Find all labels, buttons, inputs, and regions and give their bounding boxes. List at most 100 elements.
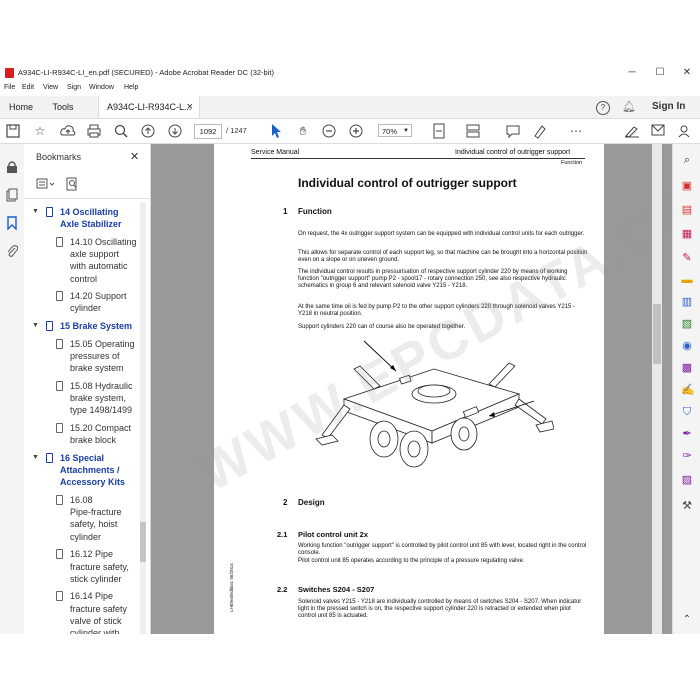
page-fit-icon[interactable] — [432, 123, 446, 139]
main-toolbar: ☆ 1092 / 1247 ✋︎ 70% ▼ ⋯ — [0, 119, 700, 144]
bookmark-label-line: 16.14 Pipe — [70, 591, 114, 602]
save-icon[interactable] — [6, 124, 20, 138]
bookmark-item[interactable]: 16.14 Pipe fracture safety valve of stick c… — [70, 590, 138, 634]
close-panel-icon[interactable]: ✕ — [130, 150, 139, 163]
tab-document[interactable]: A934C-LI-R934C-L... × — [98, 96, 200, 118]
bookmark-item[interactable]: 14.20 Support cylinder — [70, 290, 138, 314]
tab-home[interactable]: Home — [0, 96, 42, 118]
bookmark-chapter[interactable]: 14 Oscillating Axle Stabilizer — [60, 206, 138, 230]
chevron-down-icon[interactable]: ▼ — [32, 322, 39, 329]
document-scrollbar[interactable] — [652, 144, 662, 634]
protect-icon[interactable]: ◉ — [681, 340, 693, 352]
fill-sign-icon[interactable] — [624, 124, 640, 138]
shield-icon[interactable]: ⛉ — [681, 406, 693, 418]
bookmark-label-line: safety, hoist — [70, 519, 118, 530]
fill-sign-tool-icon[interactable]: ✍ — [681, 384, 695, 396]
pdf-page[interactable]: Service Manual Individual control of out… — [214, 144, 604, 634]
help-icon[interactable]: ? — [596, 101, 610, 115]
bookmarks-panel-icon[interactable] — [6, 216, 18, 230]
paragraph-5: Support cylinders 220 can of course also… — [298, 324, 466, 330]
menu-window[interactable]: Window — [89, 84, 114, 91]
zoom-level-select[interactable]: 70% ▼ — [378, 124, 412, 137]
sign-in-button[interactable]: Sign In — [652, 101, 685, 112]
next-page-icon[interactable] — [168, 124, 182, 138]
section-2-1-title: Pilot control unit 2x — [298, 530, 369, 539]
section-1-number: 1 — [283, 207, 288, 216]
header-rule — [251, 158, 585, 159]
menu-file[interactable]: File — [4, 84, 15, 91]
lock-icon[interactable] — [6, 160, 18, 174]
bookmark-chapter[interactable]: 15 Brake System — [60, 320, 138, 332]
rich-media-icon[interactable]: ▨ — [681, 474, 693, 486]
maximize-button[interactable]: ☐ — [650, 65, 670, 81]
search-icon[interactable]: ⌕ — [681, 154, 693, 166]
compress-pdf-icon[interactable]: ▩ — [681, 362, 693, 374]
bookmark-item[interactable]: 15.20 Compact brake block — [70, 422, 138, 446]
zoom-out-icon[interactable] — [322, 124, 336, 138]
combine-files-icon[interactable]: ▦ — [681, 228, 693, 240]
export-pdf-icon[interactable]: ▣ — [681, 180, 693, 192]
comment-icon[interactable] — [506, 124, 520, 138]
bookmark-label-line: 15.08 Hydraulic — [70, 380, 133, 391]
bookmark-chapter[interactable]: 16 Special Attachments / Accessory Kits — [60, 452, 138, 489]
highlight-pen-icon[interactable] — [532, 123, 546, 139]
section-2-2-title: Switches S204 - S207 — [298, 585, 375, 594]
bookmark-item[interactable]: 14.10 Oscillating axle support with automa… — [70, 236, 138, 285]
bookmark-label-line: Accessory Kits — [60, 477, 126, 488]
hand-tool-icon[interactable]: ✋︎ — [295, 123, 311, 139]
menu-view[interactable]: View — [43, 84, 58, 91]
bookmark-label-line: with automatic — [70, 261, 128, 272]
bookmark-label-line: cylinder — [70, 531, 102, 542]
account-search-icon[interactable] — [677, 123, 691, 139]
minimize-button[interactable]: ─ — [622, 65, 642, 81]
select-cursor-icon[interactable] — [270, 123, 282, 139]
scroll-mode-icon[interactable] — [466, 123, 480, 139]
comment-tool-icon[interactable]: ▬ — [681, 274, 693, 286]
bookmark-item[interactable]: 16.12 Pipe fracture safety, stick cylinder — [70, 548, 138, 585]
menu-sign[interactable]: Sign — [67, 84, 81, 91]
close-tab-icon[interactable]: × — [187, 96, 193, 118]
previous-page-icon[interactable] — [141, 124, 155, 138]
bookmark-label-line: fracture safety, — [70, 561, 129, 572]
attachments-paperclip-icon[interactable] — [6, 244, 18, 258]
upload-cloud-icon[interactable] — [60, 124, 76, 138]
organize-pages-icon[interactable]: ▥ — [681, 296, 693, 308]
find-bookmark-icon[interactable] — [66, 177, 78, 191]
zoom-in-icon[interactable] — [349, 124, 363, 138]
doc-header-sub: Function — [561, 160, 583, 166]
menu-help[interactable]: Help — [124, 84, 138, 91]
more-tools-icon[interactable]: ⋯ — [568, 123, 584, 139]
bookmarks-scrollbar[interactable] — [140, 202, 146, 634]
page-thumbnails-icon[interactable] — [6, 188, 18, 202]
more-tools-wrench-icon[interactable]: ⚒ — [681, 500, 693, 512]
request-signature-icon[interactable]: ✒ — [681, 428, 693, 440]
bookmark-item[interactable]: 15.05 Operating pressures of brake system — [70, 338, 138, 375]
bookmark-options-icon[interactable] — [36, 178, 56, 190]
page-number-input[interactable]: 1092 — [194, 124, 222, 139]
bookmark-label-line: Pipe-fracture — [70, 507, 122, 518]
doc-header-left: Service Manual — [251, 149, 300, 156]
menu-edit[interactable]: Edit — [22, 84, 34, 91]
close-window-button[interactable]: ✕ — [677, 65, 697, 81]
email-icon[interactable] — [651, 124, 665, 136]
bookmarks-scroll-thumb[interactable] — [140, 522, 146, 562]
notification-bell-icon[interactable]: 🔔︎ — [622, 100, 636, 113]
create-pdf-icon[interactable]: ▤ — [681, 204, 693, 216]
edit-pdf-icon[interactable]: ✎ — [681, 252, 693, 264]
scan-ocr-icon[interactable]: ▧ — [681, 318, 693, 330]
document-scroll-thumb[interactable] — [653, 304, 661, 364]
left-navigation-rail — [0, 144, 25, 634]
bookmark-star-icon[interactable]: ☆ — [32, 123, 48, 139]
bookmark-item[interactable]: 16.08 Pipe-fracture safety, hoist cylinder — [70, 494, 138, 543]
zoom-search-icon[interactable] — [114, 124, 128, 138]
chevron-down-icon[interactable]: ▼ — [32, 208, 39, 215]
send-for-comments-icon[interactable]: ✑ — [681, 450, 693, 462]
tab-tools[interactable]: Tools — [44, 96, 82, 118]
collapse-pane-icon[interactable]: ⌃ — [681, 614, 693, 626]
bookmark-icon — [56, 291, 63, 302]
bookmark-item[interactable]: 15.08 Hydraulic brake system, type 1498/14… — [70, 380, 138, 417]
bookmark-label-line: stick cylinder — [70, 573, 122, 584]
section-2-title: Design — [298, 498, 325, 507]
chevron-down-icon[interactable]: ▼ — [32, 454, 39, 461]
print-icon[interactable] — [87, 124, 101, 138]
